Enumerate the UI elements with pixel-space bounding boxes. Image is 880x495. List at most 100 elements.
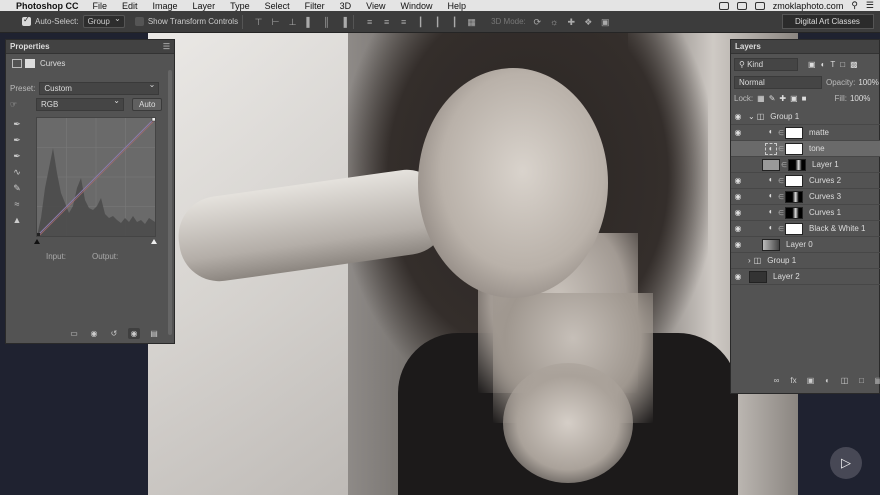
save-status-icon[interactable] [736,1,747,10]
align-right-icon[interactable]: ▐ [338,17,349,27]
layer-row-bw1[interactable]: ◉ ◐ ∈ Black & White 1 [731,221,880,237]
targeted-adjustment-icon[interactable]: ☞ [10,100,24,109]
properties-scrollbar[interactable] [168,70,172,335]
visibility-eye-icon[interactable]: ◉ [731,272,745,281]
menu-view[interactable]: View [366,1,385,11]
filter-type-icon[interactable]: T [830,60,835,69]
preset-dropdown[interactable]: Custom [39,80,160,95]
align-bottom-icon[interactable]: ⊥ [287,17,298,27]
kind-filter-dropdown[interactable]: ⚲ Kind [734,58,798,71]
filter-shape-icon[interactable]: □ [840,60,845,69]
layer-mask-thumb[interactable] [785,142,803,155]
3d-drag-icon[interactable]: ✚ [566,17,577,27]
add-mask-icon[interactable]: ▣ [805,376,816,386]
properties-title[interactable]: Properties [10,42,50,51]
layer-mask-thumb[interactable] [785,190,803,203]
layer-row-layer1[interactable]: ∈ Layer 1 [731,157,880,173]
visibility-eye-icon[interactable]: ◉ [731,176,745,185]
spotlight-icon[interactable]: ⚲ [851,0,858,11]
trash-icon[interactable]: ▤ [148,328,160,339]
black-slider[interactable] [34,239,40,244]
menu-type[interactable]: Type [230,1,250,11]
visibility-eye-icon[interactable]: ◉ [731,208,745,217]
lock-all-icon[interactable]: ■ [802,94,807,103]
black-point-eyedropper-icon[interactable]: ✒ [11,118,23,130]
filter-smart-icon[interactable]: ▩ [850,60,858,69]
filter-pixel-icon[interactable]: ▣ [808,60,816,69]
lock-transparent-icon[interactable]: ▦ [757,94,765,103]
clipping-warning-icon[interactable]: ▲ [11,214,23,226]
distribute-bottom-icon[interactable]: ≡ [398,17,409,27]
3d-slide-icon[interactable]: ❖ [583,17,594,27]
visibility-eye-icon[interactable]: ◉ [731,192,745,201]
workspace-switcher[interactable]: Digital Art Classes [782,14,874,29]
layers-title[interactable]: Layers [735,42,761,51]
menu-3d[interactable]: 3D [340,1,352,11]
clip-to-layer-icon[interactable]: ▭ [68,328,80,339]
3d-roll-icon[interactable]: ☼ [549,17,560,27]
white-slider[interactable] [151,239,157,244]
align-vcenter-icon[interactable]: ⊢ [270,17,281,27]
layer-row-layer0[interactable]: ◉ Layer 0 [731,237,880,253]
align-top-icon[interactable]: ⊤ [253,17,264,27]
lock-position-icon[interactable]: ✚ [779,94,786,103]
link-layers-icon[interactable]: ∞ [771,376,782,386]
draw-curve-icon[interactable]: ✎ [11,182,23,194]
layer-mask-thumb[interactable] [785,222,803,235]
creative-cloud-icon[interactable] [718,1,729,10]
layer-mask-thumb[interactable] [785,206,803,219]
fill-value[interactable]: 100% [850,94,870,103]
menu-file[interactable]: File [93,1,108,11]
layer-mask-thumb[interactable] [785,174,803,187]
collapse-arrow-icon[interactable]: › [748,256,751,265]
menu-select[interactable]: Select [265,1,290,11]
distribute-left-icon[interactable]: ┃ [415,17,426,27]
visibility-eye-icon[interactable]: ◉ [731,128,745,137]
new-layer-icon[interactable]: □ [856,376,867,386]
align-hcenter-icon[interactable]: ║ [321,17,332,27]
layer-row-tone[interactable]: ◐ ∈ tone [731,141,880,157]
auto-align-icon[interactable]: ▦ [466,17,477,27]
menu-list-icon[interactable]: ☰ [866,0,874,11]
user-name[interactable]: zmoklaphoto.com [773,1,844,11]
3d-rotate-icon[interactable]: ⟳ [532,17,543,27]
auto-button[interactable]: Auto [132,98,163,111]
layer-row-curves2[interactable]: ◉ ◐ ∈ Curves 2 [731,173,880,189]
trash-icon[interactable]: ▤ [873,376,880,386]
layer-row-matte[interactable]: ◉ ◐ ∈ matte [731,125,880,141]
menu-layer[interactable]: Layer [193,1,216,11]
auto-select-dropdown[interactable]: Group [82,14,125,28]
filter-adjustment-icon[interactable]: ◐ [821,60,826,69]
layer-row-group1-collapsed[interactable]: › ◫ Group 1 [731,253,880,269]
visibility-eye-icon[interactable]: ◉ [128,328,140,339]
visibility-eye-icon[interactable]: ◉ [731,224,745,233]
layer-row-curves3[interactable]: ◉ ◐ ∈ Curves 3 [731,189,880,205]
visibility-eye-icon[interactable]: ◉ [731,112,745,121]
reset-icon[interactable]: ↺ [108,328,120,339]
app-menu[interactable]: Photoshop CC [16,1,79,11]
menu-edit[interactable]: Edit [122,1,138,11]
view-previous-icon[interactable]: ◉ [88,328,100,339]
layer-row-group1[interactable]: ◉ ⌄ ◫ Group 1 [731,109,880,125]
opacity-value[interactable]: 100% [858,78,878,87]
lock-paint-icon[interactable]: ✎ [769,94,776,103]
mask-icon[interactable] [25,59,35,68]
transform-controls-checkbox[interactable] [134,17,144,26]
layer-row-curves1[interactable]: ◉ ◐ ∈ Curves 1 [731,205,880,221]
new-adjustment-icon[interactable]: ◐ [822,376,833,386]
menu-window[interactable]: Window [400,1,432,11]
lock-artboard-icon[interactable]: ▣ [790,94,798,103]
distribute-right-icon[interactable]: ┃ [449,17,460,27]
menu-help[interactable]: Help [447,1,466,11]
smooth-curve-icon[interactable]: ≈ [11,198,23,210]
layer-mask-thumb[interactable] [785,126,803,139]
distribute-top-icon[interactable]: ≡ [364,17,375,27]
visibility-eye-icon[interactable]: ◉ [731,240,745,249]
wifi-icon[interactable] [754,1,765,10]
expand-arrow-icon[interactable]: ⌄ [748,112,755,121]
new-group-icon[interactable]: ◫ [839,376,850,386]
distribute-vcenter-icon[interactable]: ≡ [381,17,392,27]
gray-point-eyedropper-icon[interactable]: ✒ [11,134,23,146]
fx-icon[interactable]: fx [788,376,799,386]
edit-points-icon[interactable]: ∿ [11,166,23,178]
